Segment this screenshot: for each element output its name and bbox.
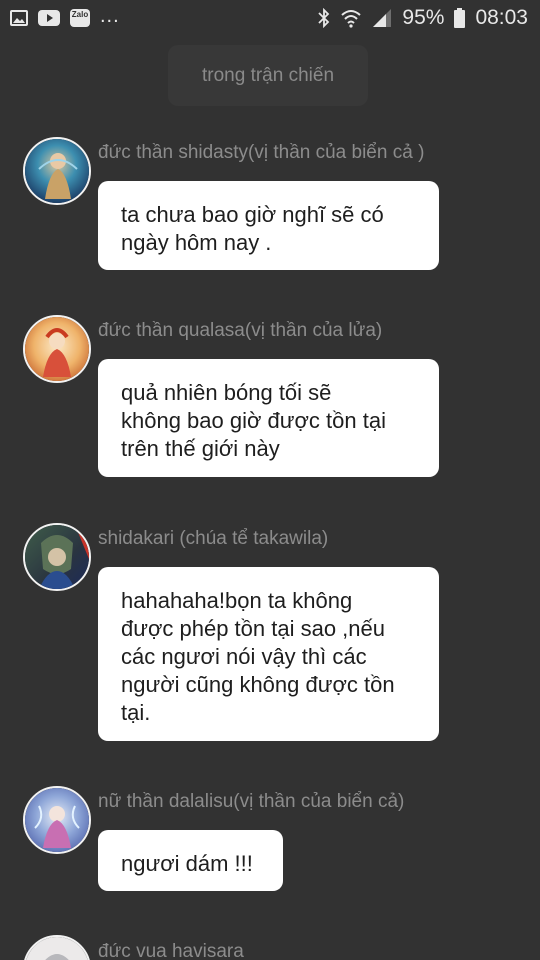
sender-name: đức thần shidasty(vị thần của biển cả ) bbox=[98, 142, 425, 163]
avatar[interactable] bbox=[23, 137, 91, 205]
clock: 08:03 bbox=[475, 6, 528, 29]
cellular-signal-icon bbox=[372, 8, 392, 28]
avatar[interactable] bbox=[23, 786, 91, 854]
gallery-icon bbox=[10, 10, 28, 26]
message-bubble: hahahaha!bọn ta không được phép tồn tại … bbox=[98, 567, 439, 741]
zalo-label: Zalo bbox=[71, 10, 89, 19]
battery-percent: 95% bbox=[402, 6, 445, 29]
status-bar-right: 95% 08:03 bbox=[318, 6, 528, 30]
youtube-icon bbox=[38, 10, 60, 26]
status-bar-left: Zalo ... bbox=[10, 5, 120, 28]
wifi-icon bbox=[340, 8, 362, 28]
more-notifications: ... bbox=[100, 4, 120, 27]
avatar[interactable] bbox=[23, 523, 91, 591]
bluetooth-icon bbox=[318, 8, 330, 28]
avatar[interactable] bbox=[23, 315, 91, 383]
battery-icon bbox=[454, 8, 466, 28]
zalo-icon: Zalo bbox=[70, 9, 90, 27]
message-bubble: ngươi dám !!! bbox=[98, 830, 283, 891]
message-bubble: ta chưa bao giờ nghĩ sẽ có ngày hôm nay … bbox=[98, 181, 439, 270]
sender-name: shidakari (chúa tể takawila) bbox=[98, 528, 329, 549]
sender-name: nữ thần dalalisu(vị thần của biển cả) bbox=[98, 791, 405, 812]
sender-name: đức thần qualasa(vị thần của lửa) bbox=[98, 320, 383, 341]
scene-label: trong trận chiến bbox=[168, 45, 368, 106]
message-bubble: quả nhiên bóng tối sẽ không bao giờ được… bbox=[98, 359, 439, 477]
avatar[interactable] bbox=[23, 935, 91, 960]
sender-name: đức vua havisara bbox=[98, 941, 244, 960]
status-bar: Zalo ... 95% 08:03 bbox=[0, 0, 540, 36]
